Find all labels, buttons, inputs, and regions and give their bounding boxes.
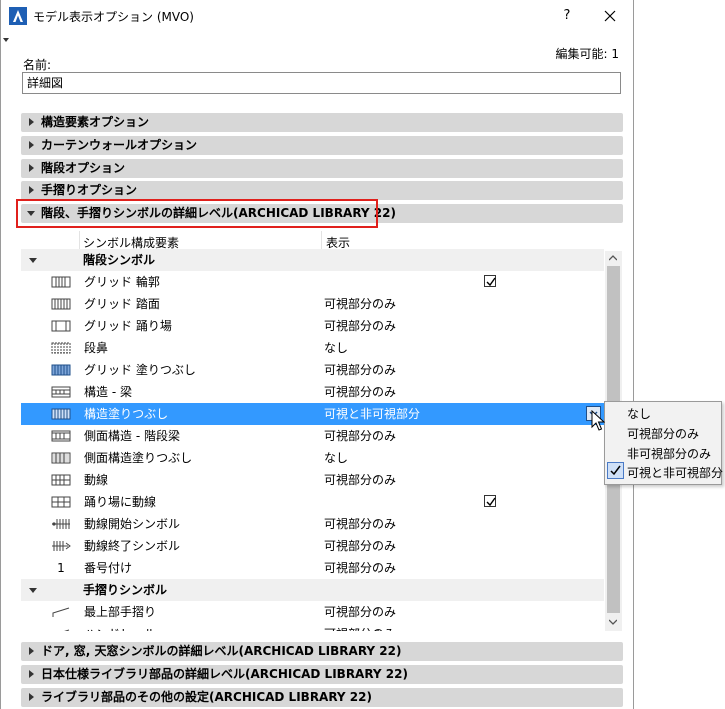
expand-arrow-icon bbox=[29, 118, 34, 126]
help-button[interactable]: ? bbox=[555, 5, 579, 27]
table-row[interactable]: 踊り場に動線 bbox=[21, 491, 604, 513]
section-japan-library-detail[interactable]: 日本仕様ライブラリ部品の詳細レベル(ARCHICAD LIBRARY 22) bbox=[21, 665, 623, 684]
section-stair-options[interactable]: 階段オプション bbox=[21, 159, 623, 178]
table-row[interactable]: グリッド 踏面 可視部分のみ bbox=[21, 293, 604, 315]
archicad-app-icon bbox=[9, 7, 27, 25]
walking-line-start-icon bbox=[52, 519, 70, 529]
close-button[interactable] bbox=[595, 5, 625, 27]
checkbox[interactable] bbox=[484, 275, 496, 287]
menu-item-visible-only[interactable]: 可視部分のみ bbox=[627, 425, 699, 442]
expand-arrow-icon bbox=[29, 670, 34, 678]
walking-line-icon bbox=[51, 474, 71, 486]
table-row[interactable]: 動線 可視部分のみ bbox=[21, 469, 604, 491]
table-row[interactable]: 側面構造塗りつぶし なし bbox=[21, 447, 604, 469]
number-icon: 1 bbox=[57, 561, 65, 575]
side-structure-stringer-icon bbox=[51, 430, 71, 442]
window-title: モデル表示オプション (MVO) bbox=[33, 10, 194, 24]
walking-line-end-icon bbox=[52, 541, 71, 551]
name-label: 名前: bbox=[23, 58, 52, 72]
expand-arrow-icon bbox=[29, 647, 34, 655]
expand-arrow-icon bbox=[29, 164, 34, 172]
display-dropdown-menu: なし 可視部分のみ 非可視部分のみ 可視と非可視部分 bbox=[604, 401, 723, 485]
table-row[interactable]: 動線終了シンボル 可視部分のみ bbox=[21, 535, 604, 557]
grid-outline-icon bbox=[51, 276, 71, 288]
table-row[interactable]: グリッド 輪郭 bbox=[21, 271, 604, 293]
expand-arrow-icon bbox=[29, 693, 34, 701]
check-icon bbox=[607, 462, 624, 479]
table-row[interactable]: 構造 - 梁 可視部分のみ bbox=[21, 381, 604, 403]
grid-landing-icon bbox=[51, 320, 71, 332]
side-structure-fill-icon bbox=[51, 452, 71, 464]
table-row[interactable]: グリッド 塗りつぶし 可視部分のみ bbox=[21, 359, 604, 381]
table-row[interactable]: 段鼻 なし bbox=[21, 337, 604, 359]
nosing-icon bbox=[51, 342, 71, 354]
section-library-other-settings[interactable]: ライブラリ部品のその他の設定(ARCHICAD LIBRARY 22) bbox=[21, 688, 623, 707]
group-railing-symbol[interactable]: 手摺りシンボル bbox=[21, 579, 604, 601]
menu-item-none[interactable]: なし bbox=[627, 405, 651, 422]
close-icon bbox=[604, 10, 616, 22]
handrail-icon bbox=[64, 629, 70, 631]
top-rail-icon bbox=[52, 607, 70, 617]
table-row[interactable]: グリッド 踊り場 可視部分のみ bbox=[21, 315, 604, 337]
collapse-arrow-icon bbox=[29, 258, 37, 263]
scroll-up-icon[interactable] bbox=[609, 255, 617, 261]
table-row[interactable]: ハンドレール 可視部分のみ bbox=[21, 623, 604, 631]
table-row[interactable]: 動線開始シンボル 可視部分のみ bbox=[21, 513, 604, 535]
section-structural-options[interactable]: 構造要素オプション bbox=[21, 113, 623, 132]
table-row[interactable]: 1 番号付け 可視部分のみ bbox=[21, 557, 604, 579]
section-door-window-symbol-detail[interactable]: ドア, 窓, 天窓シンボルの詳細レベル(ARCHICAD LIBRARY 22) bbox=[21, 642, 623, 661]
structure-fill-icon bbox=[51, 408, 71, 420]
structure-beam-icon bbox=[51, 386, 71, 398]
table-row[interactable]: 側面構造 - 階段梁 可視部分のみ bbox=[21, 425, 604, 447]
mvo-dialog: モデル表示オプション (MVO) ? 名前: 編集可能: 1 詳細図 構造要素オ… bbox=[0, 0, 634, 709]
name-input[interactable]: 詳細図 bbox=[22, 72, 621, 94]
menu-item-visible-and-hidden[interactable]: 可視と非可視部分 bbox=[627, 464, 723, 481]
collapse-arrow-icon[interactable] bbox=[3, 38, 9, 42]
group-stair-symbol[interactable]: 階段シンボル bbox=[21, 249, 604, 271]
grid-fill-icon bbox=[51, 364, 71, 376]
checkbox[interactable] bbox=[484, 495, 496, 507]
grid-tread-icon bbox=[51, 298, 71, 310]
table-row[interactable]: 最上部手摺り 可視部分のみ bbox=[21, 601, 604, 623]
expand-arrow-icon bbox=[29, 186, 34, 194]
mouse-cursor-icon bbox=[591, 410, 605, 431]
section-curtain-wall-options[interactable]: カーテンウォールオプション bbox=[21, 136, 623, 155]
title-bar: モデル表示オプション (MVO) ? bbox=[1, 0, 633, 32]
section-railing-options[interactable]: 手摺りオプション bbox=[21, 181, 623, 200]
menu-item-hidden-only[interactable]: 非可視部分のみ bbox=[627, 445, 711, 462]
expand-arrow-icon bbox=[29, 141, 34, 149]
highlight-box bbox=[16, 199, 378, 228]
scroll-down-icon[interactable] bbox=[609, 619, 617, 625]
editable-count: 編集可能: 1 bbox=[555, 47, 620, 61]
landing-walking-line-icon bbox=[51, 496, 71, 508]
symbol-table: シンボル構成要素 表示 階段シンボル グリッド 輪郭 グリッド 踏面 可視部分の… bbox=[21, 231, 623, 631]
collapse-arrow-icon bbox=[29, 588, 37, 593]
table-row-selected[interactable]: 構造塗りつぶし 可視と非可視部分 bbox=[21, 403, 604, 425]
